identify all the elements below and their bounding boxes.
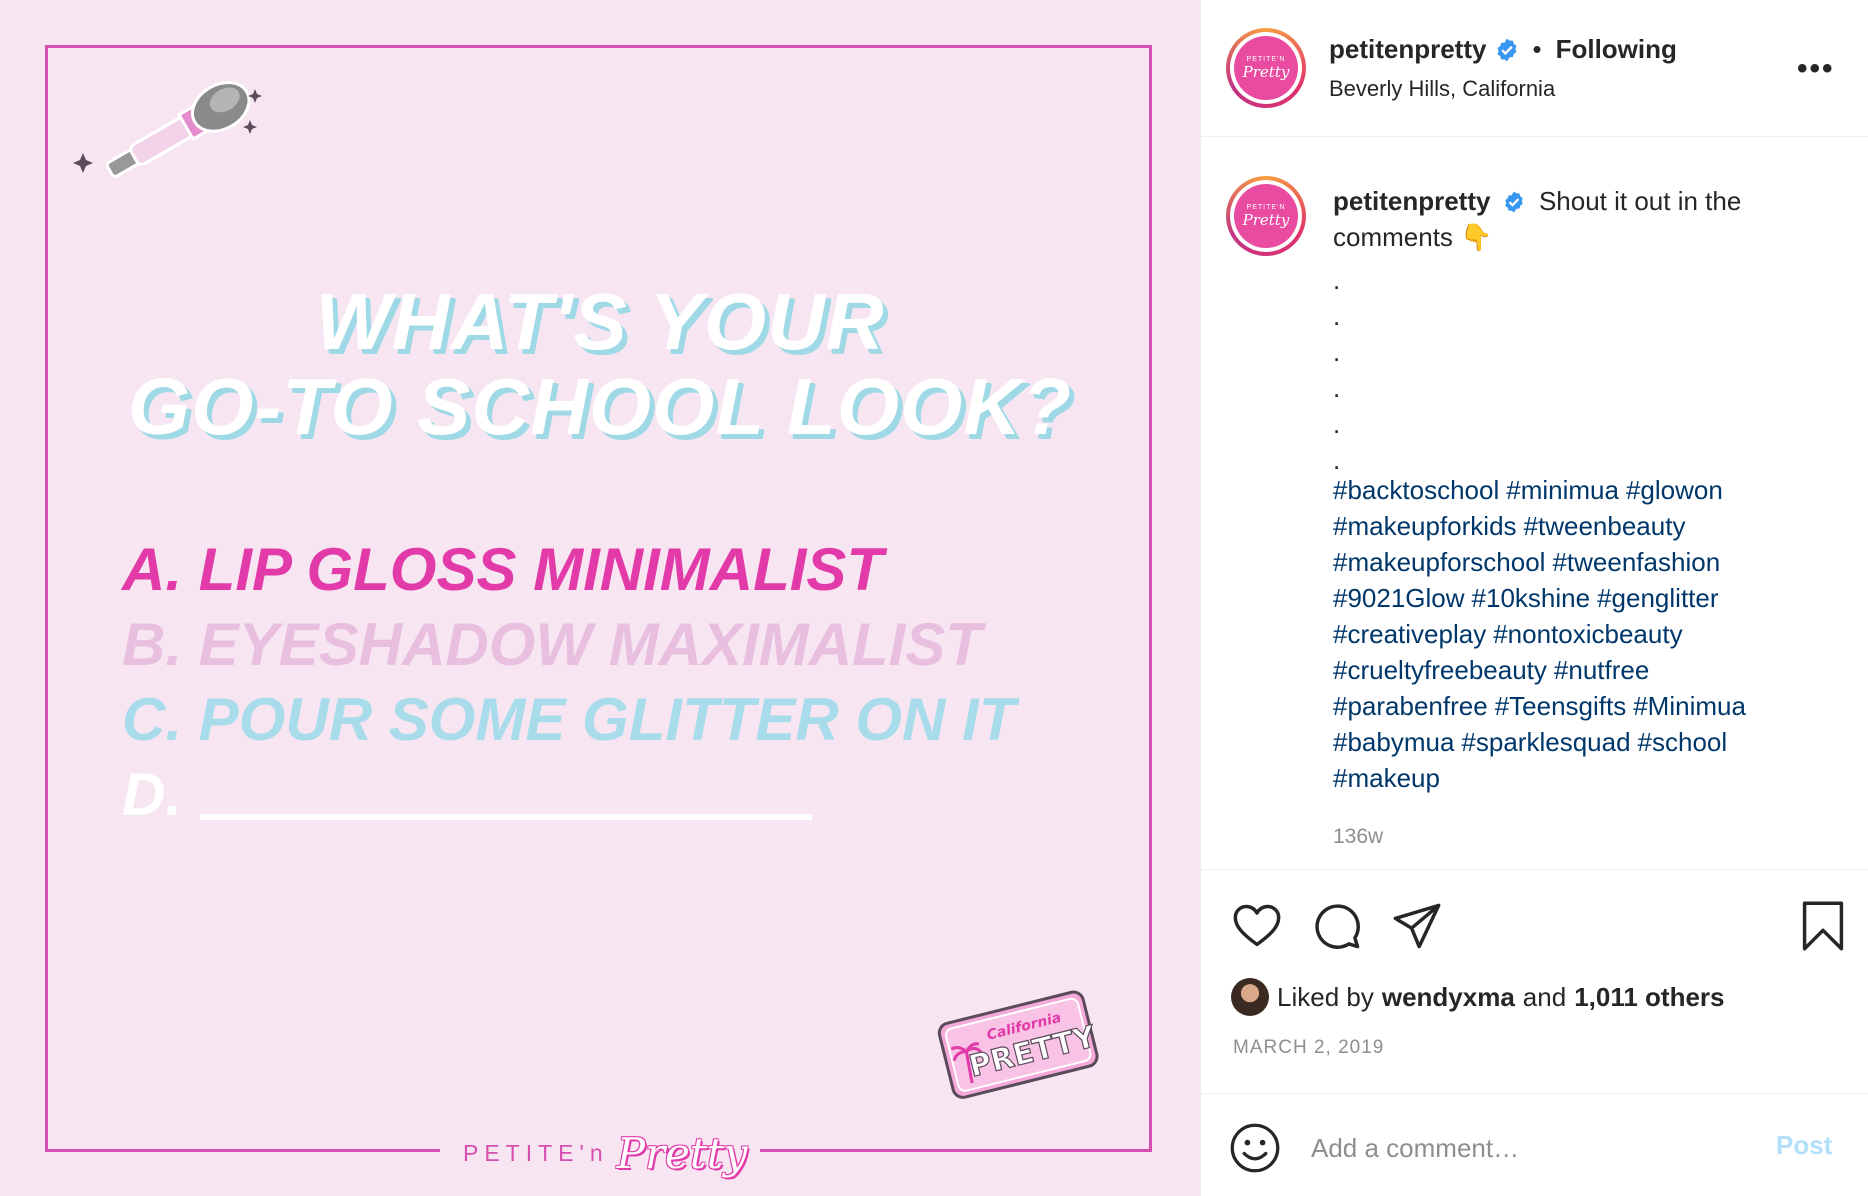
avatar-logo-bottom: Pretty bbox=[1242, 62, 1290, 81]
profile-avatar[interactable]: PETITE'N Pretty bbox=[1226, 28, 1306, 108]
hashtag-link[interactable]: #parabenfree bbox=[1333, 691, 1488, 721]
heart-icon[interactable] bbox=[1231, 900, 1283, 952]
caption-username[interactable]: petitenpretty bbox=[1333, 186, 1490, 216]
header-name-row: petitenpretty • Following bbox=[1329, 34, 1677, 65]
hashtag-link[interactable]: #school bbox=[1638, 727, 1728, 757]
bookmark-icon[interactable] bbox=[1797, 900, 1849, 952]
post-location[interactable]: Beverly Hills, California bbox=[1329, 76, 1555, 102]
instagram-post-view: WHAT'S YOUR GO-TO SCHOOL LOOK? A. LIP GL… bbox=[0, 0, 1868, 1196]
caption-hashtags: #backtoschool #minimua #glowon #makeupfork… bbox=[1333, 472, 1853, 796]
emoji-icon[interactable] bbox=[1229, 1122, 1281, 1174]
caption-dot: . bbox=[1333, 409, 1341, 439]
caption-dots: . . . . . . bbox=[1333, 262, 1340, 478]
option-d: D. bbox=[122, 761, 182, 828]
hashtag-link[interactable]: #tweenfashion bbox=[1552, 547, 1720, 577]
hashtag-link[interactable]: #Minimua bbox=[1633, 691, 1746, 721]
following-button[interactable]: Following bbox=[1556, 34, 1677, 65]
hashtag-link[interactable]: #makeupforschool bbox=[1333, 547, 1545, 577]
caption-dot: . bbox=[1333, 337, 1341, 367]
action-bar bbox=[1201, 869, 1868, 959]
option-d-blank-line bbox=[200, 814, 812, 820]
post-header: PETITE'N Pretty petitenpretty • Followin… bbox=[1201, 0, 1868, 137]
comment-icon[interactable] bbox=[1311, 900, 1363, 952]
hashtag-link[interactable]: #sparklesquad bbox=[1461, 727, 1630, 757]
caption-avatar-logo-top: PETITE'N bbox=[1246, 203, 1286, 211]
comment-bar: Post bbox=[1201, 1093, 1868, 1196]
question-line-1: WHAT'S YOUR bbox=[315, 277, 885, 366]
comment-input[interactable] bbox=[1311, 1128, 1751, 1168]
california-pretty-license-plate: California PRETTY bbox=[937, 990, 1101, 1099]
makeup-brush-illustration bbox=[73, 81, 262, 178]
likes-others-count[interactable]: 1,011 others bbox=[1574, 982, 1724, 1013]
hashtag-link[interactable]: #nontoxicbeauty bbox=[1493, 619, 1682, 649]
option-b: B. EYESHADOW MAXIMALIST bbox=[122, 611, 983, 678]
hashtag-link[interactable]: #Teensgifts bbox=[1495, 691, 1627, 721]
caption-dot: . bbox=[1333, 301, 1341, 331]
likes-prefix: Liked by bbox=[1277, 981, 1374, 1012]
brand-logo-petite: PETITE'n bbox=[463, 1139, 609, 1166]
post-image[interactable]: WHAT'S YOUR GO-TO SCHOOL LOOK? A. LIP GL… bbox=[0, 0, 1200, 1196]
hashtag-link[interactable]: #genglitter bbox=[1597, 583, 1718, 613]
question-line-2: GO-TO SCHOOL LOOK? bbox=[128, 362, 1072, 451]
option-a: A. LIP GLOSS MINIMALIST bbox=[122, 536, 884, 603]
option-c: C. POUR SOME GLITTER ON IT bbox=[122, 686, 1016, 753]
brand-logo-pretty: Pretty bbox=[616, 1128, 748, 1178]
brand-logo: PETITE'n Pretty bbox=[463, 1129, 747, 1178]
post-date[interactable]: MARCH 2, 2019 bbox=[1233, 1037, 1384, 1059]
hashtag-link[interactable]: #glowon bbox=[1626, 475, 1723, 505]
avatar-logo-top: PETITE'N bbox=[1246, 55, 1286, 63]
likes-summary[interactable]: Liked by wendyxma and 1,011 others bbox=[1231, 978, 1725, 1016]
caption-age[interactable]: 136w bbox=[1333, 825, 1383, 849]
caption-verified-icon bbox=[1505, 191, 1523, 213]
hashtag-link[interactable]: #makeupforkids bbox=[1333, 511, 1517, 541]
caption-dot: . bbox=[1333, 373, 1341, 403]
caption-avatar-logo-bottom: Pretty bbox=[1242, 210, 1290, 229]
post-side-panel: PETITE'N Pretty petitenpretty • Followin… bbox=[1200, 0, 1868, 1196]
hashtag-link[interactable]: #babymua bbox=[1333, 727, 1454, 757]
hashtag-link[interactable]: #9021Glow bbox=[1333, 583, 1465, 613]
caption-dot: . bbox=[1333, 265, 1341, 295]
header-separator: • bbox=[1532, 34, 1542, 64]
likes-middle: and bbox=[1522, 981, 1567, 1012]
post-caption: petitenpretty Shout it out in the commen… bbox=[1333, 183, 1833, 255]
caption-avatar[interactable]: PETITE'N Pretty bbox=[1226, 176, 1306, 256]
hashtag-link[interactable]: #creativeplay bbox=[1333, 619, 1486, 649]
hashtag-link[interactable]: #crueltyfreebeauty bbox=[1333, 655, 1547, 685]
liker-username[interactable]: wendyxma bbox=[1382, 982, 1515, 1013]
liker-avatar[interactable] bbox=[1231, 978, 1269, 1016]
hashtag-link[interactable]: #nutfree bbox=[1554, 655, 1649, 685]
hashtag-link[interactable]: #10kshine bbox=[1472, 583, 1591, 613]
more-options-icon[interactable]: ••• bbox=[1797, 52, 1835, 86]
verified-icon bbox=[1498, 38, 1517, 61]
post-comment-button[interactable]: Post bbox=[1776, 1130, 1832, 1161]
hashtag-link[interactable]: #backtoschool bbox=[1333, 475, 1499, 505]
hashtag-link[interactable]: #minimua bbox=[1506, 475, 1619, 505]
hashtag-link[interactable]: #makeup bbox=[1333, 763, 1440, 793]
header-username[interactable]: petitenpretty bbox=[1329, 34, 1486, 65]
share-icon[interactable] bbox=[1391, 900, 1443, 952]
hashtag-link[interactable]: #tweenbeauty bbox=[1524, 511, 1686, 541]
